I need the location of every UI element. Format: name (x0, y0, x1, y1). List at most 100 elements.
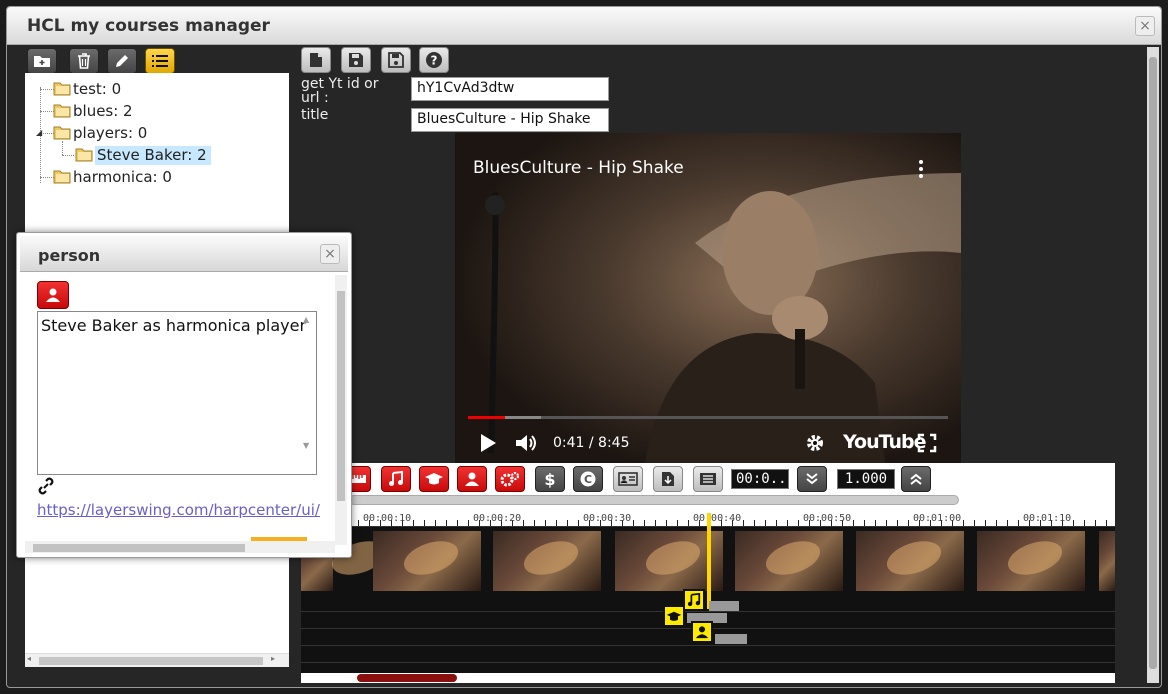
ruler-tick (765, 520, 766, 526)
main-vertical-scrollbar[interactable] (1147, 47, 1159, 683)
yt-id-label: get Yt id or url : (301, 76, 379, 106)
tree-item-blues[interactable]: blues: 2 (53, 102, 133, 120)
ruler-tick (446, 520, 447, 526)
dollar-icon: $ (544, 470, 555, 488)
youtube-logo[interactable]: YouTube (843, 431, 926, 453)
speed-readout[interactable]: 1.000 (837, 469, 895, 489)
settings-gear-icon[interactable] (805, 433, 825, 453)
scroll-left-arrow-icon[interactable]: ◂ (27, 654, 31, 663)
save-as-button[interactable] (381, 47, 411, 73)
speed-down-button[interactable] (797, 466, 827, 492)
textarea-scroll-up-icon[interactable]: ▲ (303, 315, 309, 324)
ruler-tick (523, 520, 524, 526)
import-button[interactable] (653, 466, 683, 492)
person-close-button[interactable]: × (320, 244, 340, 264)
add-lesson-button[interactable] (419, 466, 449, 492)
add-music-button[interactable] (381, 466, 411, 492)
ruler-tick (435, 520, 436, 526)
timeline-horizontal-scrollbar[interactable] (301, 673, 1115, 683)
scrollbar-thumb[interactable] (357, 674, 457, 682)
scrollbar-thumb[interactable] (337, 291, 345, 501)
tree-guide (62, 141, 63, 155)
current-time-readout[interactable]: 00:0... (731, 469, 795, 489)
ruler-label: 00:01:00 (913, 513, 962, 524)
tree-item-players[interactable]: players: 0 (53, 124, 147, 142)
video-progress-bar[interactable] (468, 416, 948, 419)
collapse-triangle-icon[interactable]: ◢ (36, 128, 42, 137)
music-note-icon (389, 471, 403, 486)
ruler-tick (908, 520, 909, 526)
track-divider (301, 645, 1115, 646)
scrollbar-thumb[interactable] (1149, 57, 1157, 669)
person-description-textarea[interactable]: Steve Baker as harmonica player (37, 311, 317, 475)
edit-button[interactable] (107, 48, 137, 74)
person-type-button[interactable] (37, 281, 69, 309)
ruler-tick (1018, 520, 1019, 526)
folder-icon (53, 104, 71, 118)
copyright-button[interactable]: C (573, 466, 603, 492)
person-dialog-title-bar: person × (20, 236, 348, 272)
add-folder-button[interactable] (27, 48, 57, 74)
ruler-tick (358, 520, 359, 526)
person-vertical-scrollbar[interactable] (335, 275, 347, 545)
folder-icon (75, 148, 93, 162)
yt-id-input[interactable]: hY1CvAd3dtw (411, 77, 609, 101)
new-file-button[interactable] (301, 47, 331, 73)
settings-button[interactable] (495, 466, 525, 492)
tree-horizontal-scrollbar[interactable]: ◂ ▸ (25, 653, 289, 667)
more-options-icon[interactable] (919, 160, 923, 181)
gears-icon (500, 471, 520, 487)
scrollbar-thumb[interactable] (33, 544, 245, 552)
ruler-tick (567, 520, 568, 526)
ruler-tick (875, 520, 876, 526)
delete-button[interactable] (69, 48, 99, 74)
scroll-right-arrow-icon[interactable]: ▸ (271, 654, 275, 663)
ruler-tick (534, 520, 535, 526)
copyright-icon: C (580, 471, 596, 487)
textarea-scroll-down-icon[interactable]: ▼ (303, 441, 309, 450)
list-view-button[interactable] (145, 48, 175, 74)
scrollbar-thumb[interactable] (39, 657, 263, 665)
help-button[interactable]: ? (419, 47, 449, 73)
timeline-zoom-scrollbar[interactable] (349, 495, 959, 505)
add-person-button[interactable] (457, 466, 487, 492)
svg-text:?: ? (431, 54, 438, 68)
music-clip-bar[interactable] (709, 601, 739, 611)
fullscreen-icon[interactable] (917, 433, 937, 453)
video-time: 0:41 / 8:45 (553, 435, 630, 451)
volume-icon[interactable] (515, 433, 537, 453)
lesson-marker[interactable] (663, 605, 685, 627)
ruler-tick (666, 520, 667, 526)
title-input[interactable]: BluesCulture - Hip Shake (411, 108, 609, 132)
double-chevron-down-icon (806, 473, 818, 485)
tree-item-harmonica[interactable]: harmonica: 0 (53, 168, 172, 186)
person-marker[interactable] (691, 621, 713, 643)
price-button[interactable]: $ (535, 466, 565, 492)
list-button[interactable] (693, 466, 723, 492)
person-link[interactable]: https://layerswing.com/harpcenter/ui/ (37, 501, 320, 519)
person-clip-bar[interactable] (715, 634, 747, 644)
id-card-button[interactable] (613, 466, 643, 492)
music-note-icon (687, 593, 701, 607)
ruler-tick (996, 520, 997, 526)
tree-item-test[interactable]: test: 0 (53, 80, 121, 98)
ruler-tick (853, 520, 854, 526)
youtube-player[interactable]: BluesCulture - Hip Shake 0:41 / 8:45 You… (455, 133, 961, 463)
window-close-button[interactable]: × (1135, 16, 1155, 36)
tree-item-label: harmonica: 0 (73, 168, 172, 186)
ruler-tick (457, 520, 458, 526)
save-button[interactable] (341, 47, 371, 73)
ruler-tick (677, 520, 678, 526)
played-bar (468, 416, 506, 419)
play-icon[interactable] (479, 433, 497, 453)
download-file-icon (662, 472, 674, 486)
tree-guide (40, 177, 54, 178)
music-marker[interactable] (683, 589, 705, 611)
speed-up-button[interactable] (901, 466, 931, 492)
link-icon (38, 477, 54, 495)
person-horizontal-scrollbar[interactable] (25, 541, 335, 553)
tree-item-steve-baker[interactable]: Steve Baker: 2 (75, 146, 211, 165)
ruler-tick (655, 520, 656, 526)
ruler-tick (424, 520, 425, 526)
playhead[interactable] (707, 513, 711, 609)
